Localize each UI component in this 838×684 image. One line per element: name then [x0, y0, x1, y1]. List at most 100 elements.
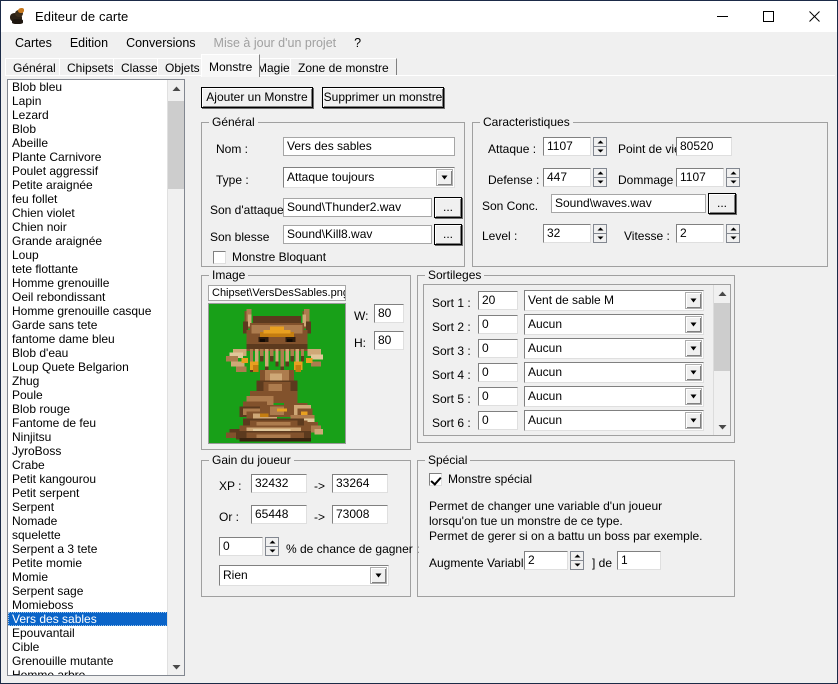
list-item[interactable]: Homme arbre [8, 668, 168, 675]
name-input[interactable]: Vers des sables [283, 137, 455, 156]
special-monster-checkbox[interactable]: Monstre spécial [429, 472, 532, 486]
blocking-monster-checkbox[interactable]: Monstre Bloquant [213, 250, 326, 264]
list-item[interactable]: Serpent sage [8, 584, 168, 598]
list-item[interactable]: Homme grenouille casque [8, 304, 168, 318]
attack-input[interactable]: 1107 [543, 137, 591, 156]
list-item[interactable]: Chien violet [8, 206, 168, 220]
list-item[interactable]: Blob d'eau [8, 346, 168, 360]
variable-amount-input[interactable]: 1 [617, 551, 661, 570]
maximize-icon[interactable] [745, 1, 791, 32]
list-item[interactable]: Fantome de feu [8, 416, 168, 430]
type-select[interactable]: Attaque toujours [283, 167, 455, 188]
spinner-down-icon[interactable] [726, 233, 740, 243]
tab-monstre[interactable]: Monstre [201, 54, 261, 77]
menu-item-conversions[interactable]: Conversions [117, 34, 204, 52]
menu-item-edition[interactable]: Edition [61, 34, 117, 52]
speed-spinner[interactable] [726, 224, 740, 243]
list-item[interactable]: tete flottante [8, 262, 168, 276]
spell-chance-input[interactable]: 0 [478, 339, 518, 358]
scroll-up-icon[interactable] [714, 285, 730, 302]
height-input[interactable]: 80 [374, 331, 404, 350]
conc-sound-browse-button[interactable]: ... [708, 193, 736, 214]
hp-input[interactable]: 80520 [676, 137, 732, 156]
win-chance-input[interactable]: 0 [219, 537, 263, 556]
level-input[interactable]: 32 [543, 224, 591, 243]
list-item[interactable]: Chien noir [8, 220, 168, 234]
list-item[interactable]: Petit serpent [8, 486, 168, 500]
list-item[interactable]: Loup Quete Belgarion [8, 360, 168, 374]
checkbox-box[interactable] [213, 250, 226, 264]
spinner-up-icon[interactable] [570, 551, 584, 560]
list-item[interactable]: Epouvantail [8, 626, 168, 640]
width-input[interactable]: 80 [374, 304, 404, 323]
variable-index-input[interactable]: 2 [524, 551, 568, 570]
tab-general[interactable]: Général [5, 58, 64, 75]
spell-chance-input[interactable]: 0 [478, 363, 518, 382]
spinner-up-icon[interactable] [593, 224, 607, 233]
minimize-icon[interactable] [699, 1, 745, 32]
list-item[interactable]: Grenouille mutante [8, 654, 168, 668]
list-item[interactable]: Momie [8, 570, 168, 584]
attack-sound-browse-button[interactable]: ... [434, 197, 462, 218]
damage-input[interactable]: 1107 [676, 168, 724, 187]
scroll-thumb[interactable] [168, 101, 184, 189]
spinner-down-icon[interactable] [570, 560, 584, 570]
spell-chance-input[interactable]: 0 [478, 411, 518, 430]
list-item[interactable]: squelette [8, 528, 168, 542]
spinner-up-icon[interactable] [726, 224, 740, 233]
checkbox-box[interactable] [429, 472, 442, 486]
list-item[interactable]: Nomade [8, 514, 168, 528]
spell-chance-input[interactable]: 0 [478, 315, 518, 334]
list-item[interactable]: Poule [8, 388, 168, 402]
list-item[interactable]: Serpent [8, 500, 168, 514]
list-item[interactable]: Poulet aggressif [8, 164, 168, 178]
scroll-up-icon[interactable] [168, 80, 184, 97]
spinner-down-icon[interactable] [593, 146, 607, 156]
spinner-up-icon[interactable] [593, 168, 607, 177]
chevron-down-icon[interactable] [685, 340, 702, 357]
delete-monster-button[interactable]: Supprimer un monstre [322, 87, 444, 108]
spinner-down-icon[interactable] [726, 177, 740, 187]
list-item[interactable]: Ninjitsu [8, 430, 168, 444]
chevron-down-icon[interactable] [685, 364, 702, 381]
list-item[interactable]: Blob rouge [8, 402, 168, 416]
list-item[interactable]: Zhug [8, 374, 168, 388]
speed-input[interactable]: 2 [676, 224, 724, 243]
list-item[interactable]: Oeil rebondissant [8, 290, 168, 304]
win-chance-spinner[interactable] [265, 537, 279, 556]
chevron-down-icon[interactable] [685, 412, 702, 429]
list-item[interactable]: Crabe [8, 458, 168, 472]
spell-chance-input[interactable]: 20 [478, 291, 518, 310]
add-monster-button[interactable]: Ajouter un Monstre [201, 87, 313, 108]
list-item[interactable]: Plante Carnivore [8, 150, 168, 164]
spinner-down-icon[interactable] [593, 233, 607, 243]
list-item[interactable]: Abeille [8, 136, 168, 150]
list-item[interactable]: Blob [8, 122, 168, 136]
spell-select[interactable]: Aucun [524, 314, 704, 335]
spell-select[interactable]: Aucun [524, 386, 704, 407]
list-item[interactable]: Serpent a 3 tete [8, 542, 168, 556]
spinner-up-icon[interactable] [593, 137, 607, 146]
chevron-down-icon[interactable] [370, 567, 387, 584]
list-item[interactable]: Petite araignée [8, 178, 168, 192]
hurt-sound-input[interactable]: Sound\Kill8.wav [283, 225, 432, 244]
level-spinner[interactable] [593, 224, 607, 243]
tab-zone-de-monstre[interactable]: Zone de monstre [290, 58, 397, 75]
list-item[interactable]: Petite momie [8, 556, 168, 570]
scroll-down-icon[interactable] [168, 658, 184, 675]
scroll-thumb[interactable] [714, 303, 730, 371]
xp-min-input[interactable]: 32432 [251, 474, 307, 493]
chevron-down-icon[interactable] [436, 169, 453, 186]
menu-item-cartes[interactable]: Cartes [6, 34, 61, 52]
attack-sound-input[interactable]: Sound\Thunder2.wav [283, 198, 432, 217]
spinner-up-icon[interactable] [265, 537, 279, 546]
spinner-down-icon[interactable] [593, 177, 607, 187]
defense-input[interactable]: 447 [543, 168, 591, 187]
menu-item-help[interactable]: ? [345, 34, 370, 52]
list-item[interactable]: Petit kangourou [8, 472, 168, 486]
scroll-down-icon[interactable] [714, 418, 730, 435]
conc-sound-input[interactable]: Sound\waves.wav [551, 194, 706, 213]
hurt-sound-browse-button[interactable]: ... [434, 224, 462, 245]
variable-index-spinner[interactable] [570, 551, 584, 570]
spinner-down-icon[interactable] [265, 546, 279, 556]
